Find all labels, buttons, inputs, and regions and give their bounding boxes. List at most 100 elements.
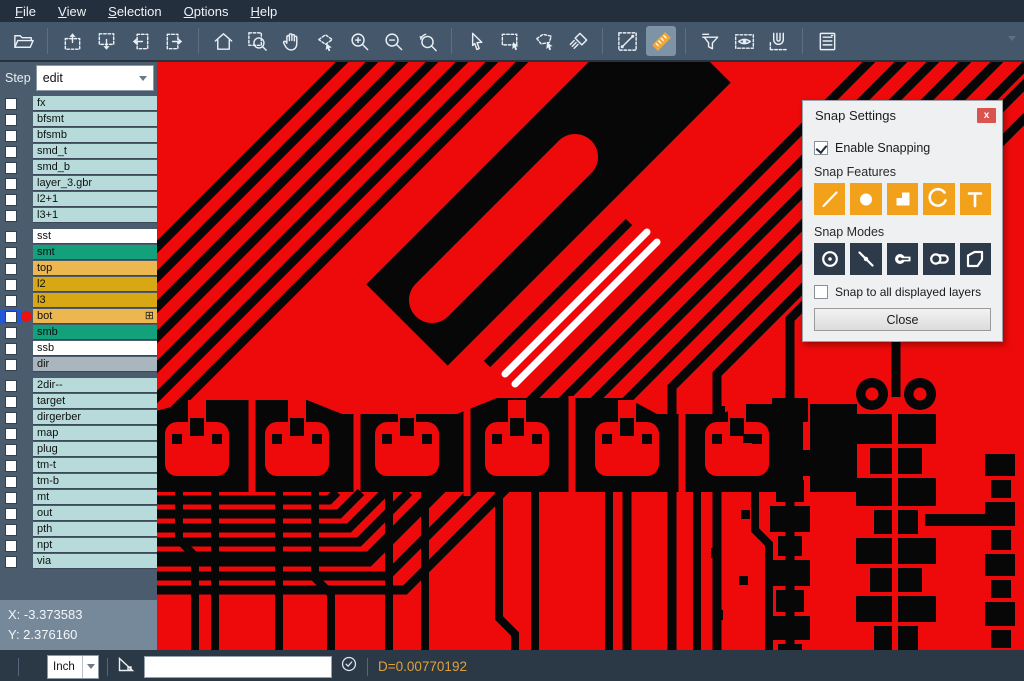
layer-row-bfsmb[interactable]: bfsmb <box>0 128 157 143</box>
layer-checkbox[interactable] <box>5 380 17 392</box>
toolbar-export-top[interactable] <box>57 26 87 56</box>
layer-checkbox[interactable] <box>5 178 17 190</box>
layer-row-dirgerber[interactable]: dirgerber <box>0 410 157 425</box>
toolbar-ruler[interactable] <box>646 26 676 56</box>
toolbar-export-right[interactable] <box>159 26 189 56</box>
layer-row-target[interactable]: target <box>0 394 157 409</box>
toolbar-select-pointer[interactable] <box>461 26 491 56</box>
menu-options[interactable]: Options <box>173 0 240 22</box>
layer-checkbox[interactable] <box>5 492 17 504</box>
layer-checkbox[interactable] <box>5 412 17 424</box>
layer-row-map[interactable]: map <box>0 426 157 441</box>
snap-mode-closest-point-button[interactable] <box>850 243 881 275</box>
menu-view[interactable]: View <box>47 0 97 22</box>
apply-check-icon[interactable] <box>340 655 358 678</box>
menu-file[interactable]: File <box>4 0 47 22</box>
toolbar-pan[interactable] <box>276 26 306 56</box>
toolbar-zoom-out[interactable] <box>378 26 408 56</box>
snap-feature-line-button[interactable] <box>814 183 845 215</box>
layer-checkbox[interactable] <box>5 295 17 307</box>
layer-checkbox[interactable] <box>5 194 17 206</box>
toolbar-open[interactable] <box>8 26 38 56</box>
toolbar-move-vertex[interactable] <box>310 26 340 56</box>
snap-mode-contour-button[interactable] <box>960 243 991 275</box>
toolbar-filter[interactable] <box>695 26 725 56</box>
layer-checkbox[interactable] <box>5 460 17 472</box>
layer-row-bot[interactable]: bot⊞ <box>0 309 157 324</box>
toolbar-select-rectangle[interactable] <box>495 26 525 56</box>
layer-row-dir[interactable]: dir <box>0 357 157 372</box>
step-select[interactable]: edit <box>36 65 154 91</box>
enable-snapping-row[interactable]: Enable Snapping <box>814 141 991 155</box>
layer-checkbox[interactable] <box>5 311 17 323</box>
layer-row-l3+1[interactable]: l3+1 <box>0 208 157 223</box>
layer-checkbox[interactable] <box>5 428 17 440</box>
snap-mode-slot-outline-button[interactable] <box>923 243 954 275</box>
dialog-title-bar[interactable]: Snap Settings x <box>803 101 1002 129</box>
angle-mode-icon[interactable] <box>116 654 136 679</box>
toolbar-measure-distance[interactable] <box>612 26 642 56</box>
toolbar-export-left[interactable] <box>125 26 155 56</box>
layer-checkbox[interactable] <box>5 444 17 456</box>
snap-mode-center-button[interactable] <box>814 243 845 275</box>
toolbar-zoom-previous[interactable] <box>412 26 442 56</box>
dialog-close-button[interactable]: Close <box>814 308 991 331</box>
layer-checkbox[interactable] <box>5 327 17 339</box>
toolbar-export-bottom[interactable] <box>91 26 121 56</box>
menu-selection[interactable]: Selection <box>97 0 172 22</box>
layer-row-l2+1[interactable]: l2+1 <box>0 192 157 207</box>
layer-row-npt[interactable]: npt <box>0 538 157 553</box>
toolbar-clear-selection[interactable] <box>563 26 593 56</box>
layer-row-smt[interactable]: smt <box>0 245 157 260</box>
layer-checkbox[interactable] <box>5 396 17 408</box>
layer-checkbox[interactable] <box>5 114 17 126</box>
layer-row-bfsmt[interactable]: bfsmt <box>0 112 157 127</box>
layer-checkbox[interactable] <box>5 279 17 291</box>
toolbar-home-view[interactable] <box>208 26 238 56</box>
layer-checkbox[interactable] <box>5 231 17 243</box>
menu-help[interactable]: Help <box>239 0 288 22</box>
layer-row-fx[interactable]: fx <box>0 96 157 111</box>
layer-row-via[interactable]: via <box>0 554 157 569</box>
unit-select[interactable]: Inch <box>47 655 99 679</box>
toolbar-snap[interactable] <box>763 26 793 56</box>
layer-row-tm-b[interactable]: tm-b <box>0 474 157 489</box>
layer-checkbox[interactable] <box>5 210 17 222</box>
layer-row-smb[interactable]: smb <box>0 325 157 340</box>
toolbar-overflow-icon[interactable] <box>1008 36 1016 41</box>
toolbar-report[interactable] <box>812 26 842 56</box>
snap-feature-pad-button[interactable] <box>850 183 881 215</box>
snap-feature-arc-button[interactable] <box>923 183 954 215</box>
layer-checkbox[interactable] <box>5 524 17 536</box>
command-input[interactable] <box>144 656 332 678</box>
layer-row-smd_b[interactable]: smd_b <box>0 160 157 175</box>
layer-row-mt[interactable]: mt <box>0 490 157 505</box>
layer-checkbox[interactable] <box>5 540 17 552</box>
layer-checkbox[interactable] <box>5 130 17 142</box>
layer-row-l2[interactable]: l2 <box>0 277 157 292</box>
layer-row-pth[interactable]: pth <box>0 522 157 537</box>
layer-checkbox[interactable] <box>5 162 17 174</box>
layer-row-tm-t[interactable]: tm-t <box>0 458 157 473</box>
layer-checkbox[interactable] <box>5 146 17 158</box>
snap-mode-slot-filled-button[interactable] <box>887 243 918 275</box>
snap-feature-surface-button[interactable] <box>887 183 918 215</box>
layer-row-smd_t[interactable]: smd_t <box>0 144 157 159</box>
pcb-canvas[interactable]: Snap Settings x Enable Snapping Snap Fea… <box>157 62 1024 650</box>
toolbar-display-options[interactable] <box>729 26 759 56</box>
layer-row-layer_3.gbr[interactable]: layer_3.gbr <box>0 176 157 191</box>
toolbar-zoom-window[interactable] <box>242 26 272 56</box>
layer-row-ssb[interactable]: ssb <box>0 341 157 356</box>
layer-checkbox[interactable] <box>5 556 17 568</box>
layer-checkbox[interactable] <box>5 263 17 275</box>
enable-snapping-checkbox[interactable] <box>814 141 828 155</box>
layer-row-l3[interactable]: l3 <box>0 293 157 308</box>
all-layers-checkbox[interactable] <box>814 285 828 299</box>
toolbar-select-polygon[interactable] <box>529 26 559 56</box>
all-layers-row[interactable]: Snap to all displayed layers <box>814 285 991 299</box>
layer-checkbox[interactable] <box>5 98 17 110</box>
layer-row-sst[interactable]: sst <box>0 229 157 244</box>
layer-checkbox[interactable] <box>5 476 17 488</box>
layer-row-out[interactable]: out <box>0 506 157 521</box>
layer-checkbox[interactable] <box>5 343 17 355</box>
